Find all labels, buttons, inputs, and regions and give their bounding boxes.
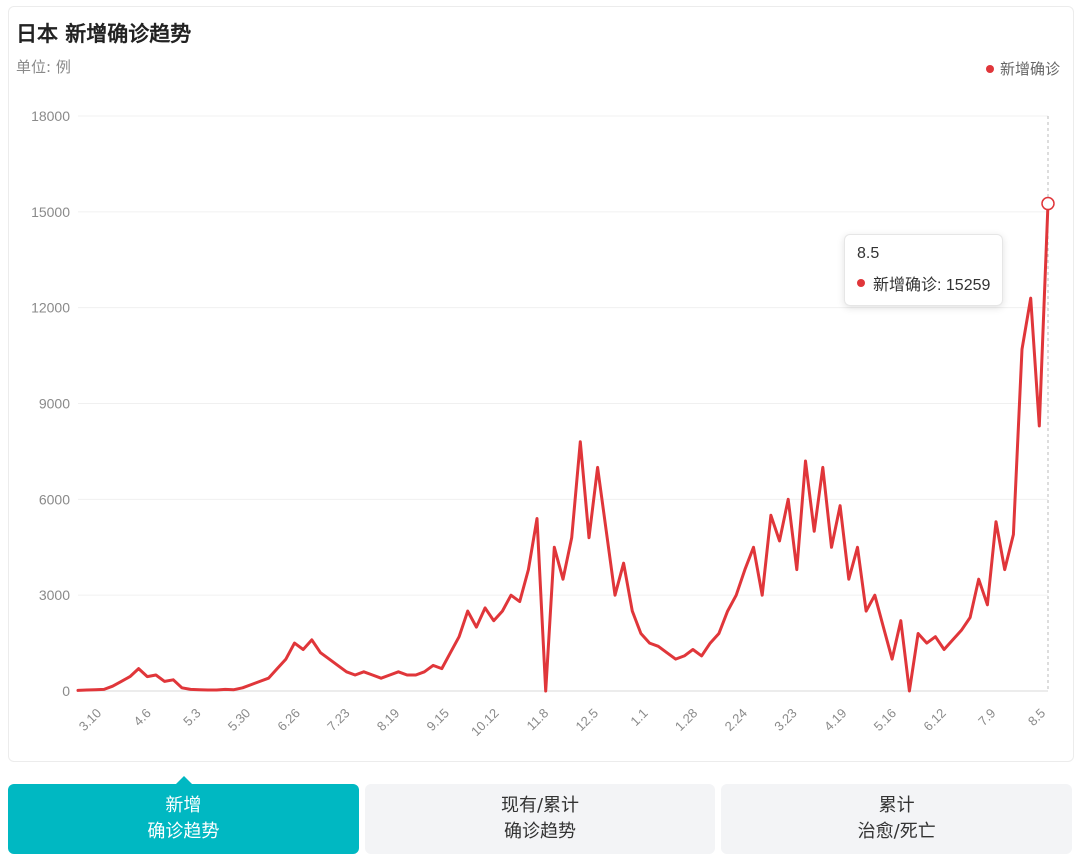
x-tick-label: 7.23 <box>324 705 353 734</box>
tab-label-line1: 新增 <box>165 795 202 816</box>
x-tick-label: 1.1 <box>627 705 650 728</box>
y-tick-label: 6000 <box>39 491 70 507</box>
x-tick-label: 8.19 <box>374 705 403 734</box>
legend-dot-icon <box>985 64 994 73</box>
x-tick-label: 12.5 <box>573 705 602 734</box>
x-tick-label: 8.5 <box>1025 705 1048 728</box>
tab-bar: 新增 确诊趋势 现有/累计 确诊趋势 累计 治愈/死亡 <box>8 776 1073 854</box>
y-tick-label: 15000 <box>31 204 70 220</box>
tooltip-date: 8.5 <box>857 245 880 262</box>
x-tick-label: 1.28 <box>672 705 701 734</box>
x-tick-label: 4.6 <box>131 705 154 728</box>
y-tick-label: 3000 <box>39 587 70 603</box>
tab-new-cases[interactable]: 新增 确诊趋势 <box>8 776 359 854</box>
tab-recovered-deaths[interactable]: 累计 治愈/死亡 <box>721 784 1073 854</box>
x-tick-label: 5.30 <box>225 705 254 734</box>
grid-lines <box>78 115 1048 692</box>
tab-current-cumulative[interactable]: 现有/累计 确诊趋势 <box>364 784 716 854</box>
x-tick-label: 3.23 <box>771 705 800 734</box>
x-tick-label: 10.12 <box>468 705 502 739</box>
x-tick-label: 5.3 <box>180 705 203 728</box>
tab-label-line2: 确诊趋势 <box>147 821 220 842</box>
y-tick-label: 0 <box>62 683 70 699</box>
tooltip-row: 新增确诊: 15259 <box>857 271 990 295</box>
x-tick-label: 4.19 <box>821 705 850 734</box>
y-tick-label: 18000 <box>31 108 70 124</box>
trend-chart: 0 3000 6000 9000 12000 15000 18000 3.10 4.6 5.3 5… <box>31 108 1055 739</box>
tooltip-value: 新增确诊: 15259 <box>873 277 991 294</box>
y-tick-label: 9000 <box>39 396 70 412</box>
y-tick-label: 12000 <box>31 300 70 316</box>
legend-label: 新增确诊 <box>999 60 1060 78</box>
tab-label-line2: 确诊趋势 <box>504 821 576 842</box>
tooltip-dot-icon <box>857 279 865 287</box>
x-axis-ticks: 3.10 4.6 5.3 5.30 6.26 7.23 8.19 9.15 10.12 11.8 1… <box>76 705 1049 739</box>
highlight-point[interactable] <box>1041 196 1055 211</box>
x-tick-label: 9.15 <box>424 705 453 734</box>
tooltip: 8.5 新增确诊: 15259 <box>844 234 1004 306</box>
tab-label-line1: 累计 <box>878 795 915 816</box>
x-tick-label: 6.12 <box>920 705 949 734</box>
x-tick-label: 3.10 <box>76 705 105 734</box>
x-tick-label: 11.8 <box>524 705 552 733</box>
legend[interactable]: 新增确诊 <box>985 58 1060 79</box>
unit-label: 单位: 例 <box>16 58 71 76</box>
chart-title: 日本 新增确诊趋势 <box>16 22 192 46</box>
x-tick-label: 7.9 <box>975 705 998 728</box>
y-axis-ticks: 0 3000 6000 9000 12000 15000 18000 <box>31 108 70 699</box>
x-tick-label: 5.16 <box>871 705 900 734</box>
x-tick-label: 6.26 <box>274 705 303 734</box>
tab-label-line1: 现有/累计 <box>500 795 580 816</box>
x-tick-label: 2.24 <box>722 705 751 734</box>
tab-label-line2: 治愈/死亡 <box>857 821 936 842</box>
